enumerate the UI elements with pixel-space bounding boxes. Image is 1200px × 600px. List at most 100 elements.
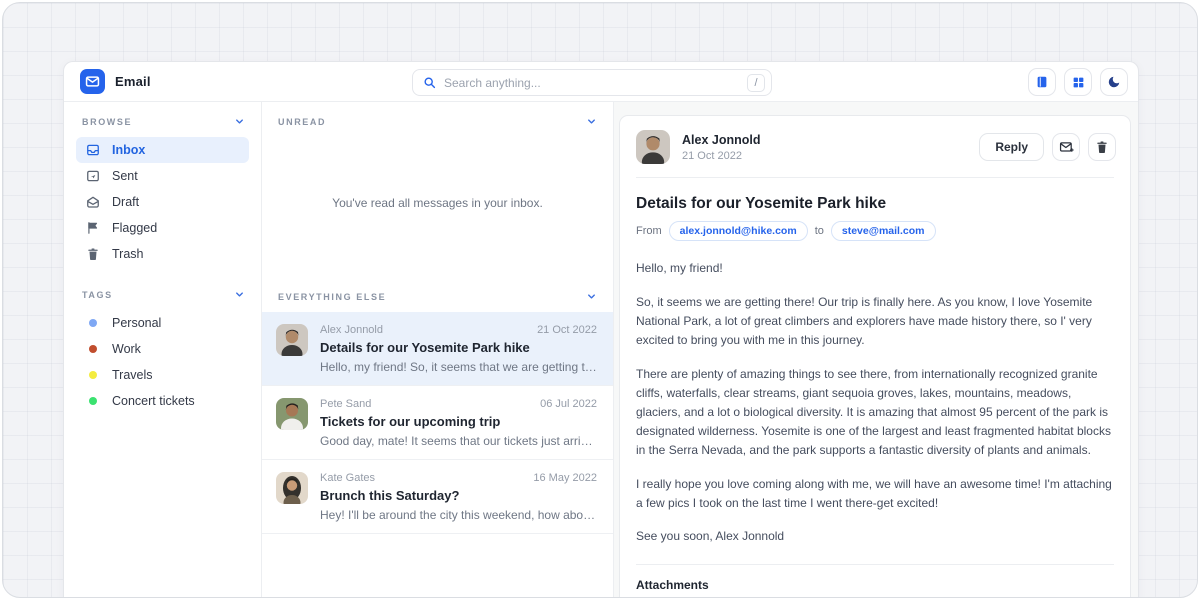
email-app-window: Email / — [63, 61, 1139, 598]
unread-label: UNREAD — [278, 117, 326, 127]
mail-subject: Details for our Yosemite Park hike — [320, 340, 597, 355]
mail-list-item[interactable]: Kate Gates 16 May 2022 Brunch this Satur… — [262, 460, 613, 534]
sidebar-item-trash[interactable]: Trash — [76, 241, 249, 267]
apps-grid-button[interactable] — [1064, 68, 1092, 96]
moon-icon — [1107, 75, 1121, 89]
tag-item-personal[interactable]: Personal — [76, 310, 249, 336]
mail-list-item[interactable]: Alex Jonnold 21 Oct 2022 Details for our… — [262, 312, 613, 386]
search-icon — [423, 76, 436, 89]
search-shortcut-hint: / — [747, 74, 765, 92]
tag-item-work[interactable]: Work — [76, 336, 249, 362]
chevron-down-icon[interactable] — [586, 291, 597, 302]
forward-mail-button[interactable] — [1052, 133, 1080, 161]
email-detail-card: Alex Jonnold 21 Oct 2022 Reply — [619, 115, 1131, 598]
reply-button[interactable]: Reply — [979, 133, 1044, 161]
from-label: From — [636, 225, 662, 237]
tag-color-dot — [89, 397, 97, 405]
avatar — [276, 324, 308, 356]
mail-preview: Good day, mate! It seems that our ticket… — [320, 434, 597, 448]
detail-sender-name: Alex Jonnold — [682, 133, 979, 147]
tag-label: Travels — [112, 368, 153, 382]
tag-label: Personal — [112, 316, 161, 330]
to-label: to — [815, 225, 824, 237]
detail-date: 21 Oct 2022 — [682, 150, 979, 162]
notebook-button[interactable] — [1028, 68, 1056, 96]
mail-date: 21 Oct 2022 — [537, 324, 597, 336]
mail-preview: Hello, my friend! So, it seems that we a… — [320, 360, 597, 374]
body-paragraph: Hello, my friend! — [636, 259, 1114, 278]
sidebar-item-label: Sent — [112, 169, 138, 183]
email-detail-header: Alex Jonnold 21 Oct 2022 Reply — [620, 116, 1130, 177]
sidebar-item-label: Inbox — [112, 143, 145, 157]
mail-sender: Alex Jonnold — [320, 324, 383, 336]
desktop-background: Email / — [2, 2, 1198, 598]
header-actions — [1028, 68, 1128, 96]
sidebar-item-sent[interactable]: Sent — [76, 163, 249, 189]
mail-sender: Pete Sand — [320, 398, 371, 410]
everything-else-label: EVERYTHING ELSE — [278, 292, 386, 302]
trash-icon — [86, 247, 100, 261]
unread-empty-message: You've read all messages in your inbox. — [262, 127, 613, 279]
envelope-plus-icon — [1059, 140, 1074, 155]
tag-label: Concert tickets — [112, 394, 195, 408]
body-paragraph: So, it seems we are getting there! Our t… — [636, 293, 1114, 350]
mail-preview: Hey! I'll be around the city this weeken… — [320, 508, 597, 522]
tag-item-concert-tickets[interactable]: Concert tickets — [76, 388, 249, 414]
tags-label: TAGS — [82, 290, 113, 300]
attachments-title: Attachments — [636, 578, 1114, 592]
trash-icon — [1095, 140, 1109, 154]
unread-section-header[interactable]: UNREAD — [262, 116, 613, 127]
sidebar-item-label: Trash — [112, 247, 144, 261]
email-body: Hello, my friend! So, it seems we are ge… — [620, 247, 1130, 564]
reading-pane: Alex Jonnold 21 Oct 2022 Reply — [614, 102, 1138, 598]
to-email-pill[interactable]: steve@mail.com — [831, 221, 936, 241]
inbox-icon — [86, 143, 100, 157]
chevron-down-icon[interactable] — [234, 289, 245, 300]
message-list-panel: UNREAD You've read all messages in your … — [262, 102, 614, 598]
chevron-down-icon[interactable] — [234, 116, 245, 127]
search-bar[interactable]: / — [412, 69, 772, 96]
avatar — [636, 130, 670, 164]
tag-color-dot — [89, 345, 97, 353]
flag-icon — [86, 221, 100, 235]
app-title: Email — [115, 74, 151, 89]
sidebar-item-flagged[interactable]: Flagged — [76, 215, 249, 241]
dark-mode-button[interactable] — [1100, 68, 1128, 96]
body-paragraph: See you soon, Alex Jonnold — [636, 527, 1114, 546]
mail-date: 06 Jul 2022 — [540, 398, 597, 410]
tag-color-dot — [89, 319, 97, 327]
sidebar: BROWSE Inbox — [64, 102, 262, 598]
mail-subject: Tickets for our upcoming trip — [320, 414, 597, 429]
browse-label: BROWSE — [82, 117, 132, 127]
tag-label: Work — [112, 342, 141, 356]
avatar — [276, 472, 308, 504]
notebook-icon — [1035, 75, 1049, 89]
search-input[interactable] — [444, 76, 747, 90]
avatar — [276, 398, 308, 430]
envelope-icon — [85, 74, 100, 89]
mail-date: 16 May 2022 — [533, 472, 597, 484]
tag-item-travels[interactable]: Travels — [76, 362, 249, 388]
app-header: Email / — [64, 62, 1138, 102]
detail-actions: Reply — [979, 133, 1116, 161]
apps-grid-icon — [1072, 76, 1085, 89]
delete-mail-button[interactable] — [1088, 133, 1116, 161]
mail-subject: Brunch this Saturday? — [320, 488, 597, 503]
tags-section-header[interactable]: TAGS — [76, 289, 249, 300]
attachments-section: Attachments — [620, 565, 1130, 598]
sidebar-item-draft[interactable]: Draft — [76, 189, 249, 215]
everything-else-section-header[interactable]: EVERYTHING ELSE — [262, 291, 613, 302]
mail-list-item[interactable]: Pete Sand 06 Jul 2022 Tickets for our up… — [262, 386, 613, 460]
body-paragraph: I really hope you love coming along with… — [636, 475, 1114, 513]
sidebar-item-label: Flagged — [112, 221, 157, 235]
email-recipients-line: From alex.jonnold@hike.com to steve@mail… — [620, 221, 1130, 247]
email-subject: Details for our Yosemite Park hike — [620, 178, 1130, 221]
from-email-pill[interactable]: alex.jonnold@hike.com — [669, 221, 808, 241]
body-paragraph: There are plenty of amazing things to se… — [636, 365, 1114, 460]
sidebar-item-label: Draft — [112, 195, 139, 209]
tag-color-dot — [89, 371, 97, 379]
sidebar-item-inbox[interactable]: Inbox — [76, 137, 249, 163]
browse-section-header[interactable]: BROWSE — [76, 116, 249, 127]
chevron-down-icon[interactable] — [586, 116, 597, 127]
app-logo — [80, 69, 105, 94]
